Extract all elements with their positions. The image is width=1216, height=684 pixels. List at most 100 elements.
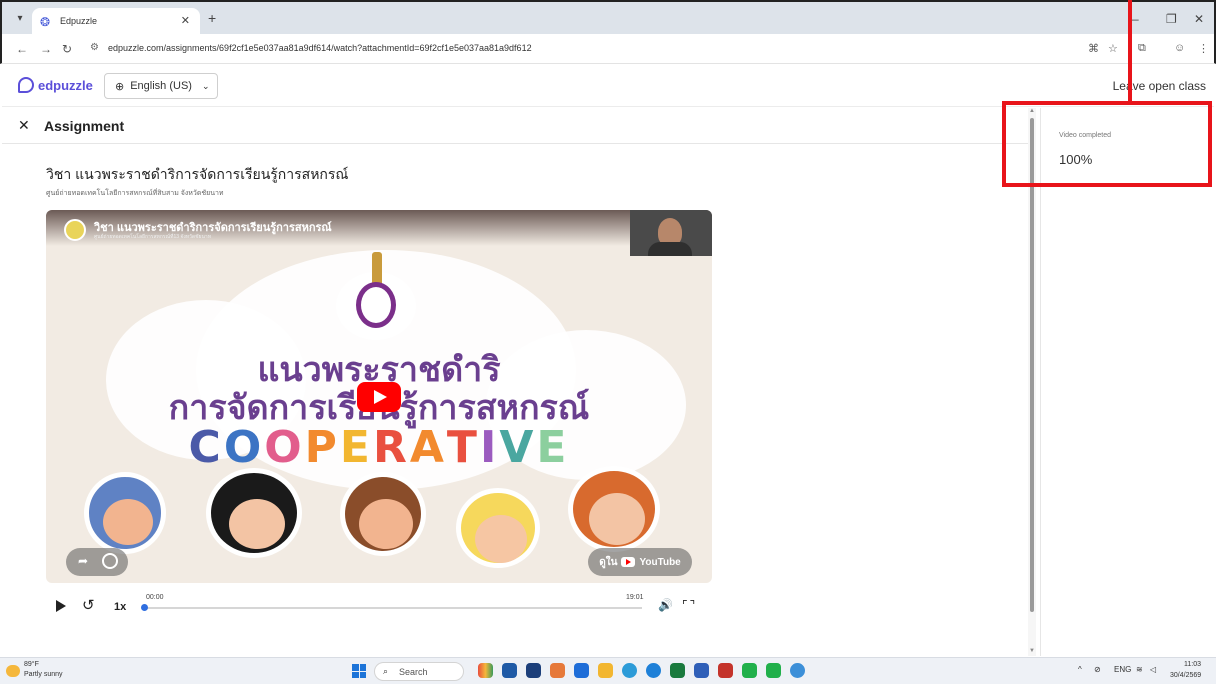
assignment-heading: Assignment <box>44 118 125 134</box>
progress-bar[interactable] <box>141 604 642 611</box>
assignment-bar: ✕ Assignment <box>2 108 1030 144</box>
extensions-icon[interactable]: ⧉ <box>1138 42 1146 55</box>
cooperative-letter: R <box>372 422 410 473</box>
browser-tab[interactable]: ❂ Edpuzzle ✕ <box>32 8 200 36</box>
url-text: edpuzzle.com/assignments/69f2cf1e5e037aa… <box>108 43 532 53</box>
taskbar-app-icon[interactable] <box>550 663 565 678</box>
kid-illustration <box>340 472 426 556</box>
edge-icon[interactable] <box>646 663 661 678</box>
scroll-down-icon[interactable]: ▼ <box>1029 648 1035 654</box>
kid-face <box>229 499 285 549</box>
reload-icon[interactable]: ↻ <box>62 42 72 56</box>
watch-on-youtube-button[interactable]: ดูใน YouTube <box>588 548 692 576</box>
tab-search-icon[interactable]: ▾ <box>12 11 28 27</box>
taskbar-app-icon[interactable] <box>478 663 493 678</box>
browser-toolbar: ← → ↻ ⚙ edpuzzle.com/assignments/69f2cf1… <box>0 34 1216 64</box>
seal-crown <box>372 252 382 286</box>
taskbar-app-icon[interactable] <box>502 663 517 678</box>
language-value: English (US) <box>130 80 192 92</box>
chrome-icon[interactable] <box>622 663 637 678</box>
weather-temperature[interactable]: 89°F <box>24 661 39 668</box>
taskbar-date[interactable]: 30/4/2569 <box>1170 672 1201 679</box>
language-select[interactable]: ⊕ English (US) ⌄ <box>104 73 218 99</box>
playback-speed-button[interactable]: 1x <box>114 601 126 613</box>
taskbar-app-icon[interactable] <box>526 663 541 678</box>
windows-start-icon[interactable] <box>352 664 366 678</box>
scrollbar-thumb[interactable] <box>1030 118 1034 612</box>
weather-sun-icon[interactable] <box>6 665 20 677</box>
bookmark-star-icon[interactable]: ☆ <box>1108 42 1118 55</box>
excel-icon[interactable] <box>670 663 685 678</box>
kid-face <box>589 493 645 545</box>
line-icon[interactable] <box>766 663 781 678</box>
back-arrow-icon[interactable]: ← <box>16 42 28 56</box>
minimize-icon[interactable]: – <box>1132 12 1139 26</box>
address-bar[interactable]: ⚙ edpuzzle.com/assignments/69f2cf1e5e037… <box>86 39 1076 59</box>
video-player[interactable]: วิชา แนวพระราชดำริการจัดการเรียนรู้การสห… <box>46 210 712 583</box>
translate-icon[interactable]: ⌘ <box>1088 42 1099 55</box>
edpuzzle-logo-icon <box>18 77 34 93</box>
play-icon[interactable] <box>56 600 66 612</box>
forward-arrow-icon[interactable]: → <box>40 42 52 56</box>
leave-open-class-link[interactable]: Leave open class <box>1113 79 1206 93</box>
edpuzzle-favicon-icon: ❂ <box>40 15 51 29</box>
youtube-play-icon[interactable] <box>357 382 401 412</box>
share-controls: ➦ <box>66 548 128 576</box>
watch-later-icon[interactable] <box>102 553 118 569</box>
kid-illustration <box>456 488 540 568</box>
chrome-icon[interactable] <box>790 663 805 678</box>
scrollbar[interactable]: ▲ ▼ <box>1028 108 1036 656</box>
edpuzzle-logo[interactable]: edpuzzle <box>18 77 93 93</box>
taskbar-app-icon[interactable] <box>574 663 589 678</box>
seal-ring <box>356 282 396 328</box>
youtube-title-bar: วิชา แนวพระราชดำริการจัดการเรียนรู้การสห… <box>46 210 712 246</box>
powerpoint-icon[interactable] <box>718 663 733 678</box>
share-icon[interactable]: ➦ <box>78 554 88 568</box>
word-icon[interactable] <box>694 663 709 678</box>
cooperative-letter: T <box>446 422 480 473</box>
cooperative-letter: V <box>499 422 537 473</box>
window-close-icon[interactable]: ✕ <box>1194 12 1204 26</box>
kid-face <box>359 499 413 549</box>
profile-icon[interactable]: ☺ <box>1174 42 1185 54</box>
current-time: 00:00 <box>146 594 164 601</box>
tab-close-icon[interactable]: ✕ <box>181 14 190 27</box>
taskbar-time[interactable]: 11:03 <box>1184 661 1201 668</box>
tab-title: Edpuzzle <box>60 16 98 26</box>
video-title: วิชา แนวพระราชดำริการจัดการเรียนรู้การสห… <box>46 166 349 182</box>
wifi-icon[interactable]: ≋ <box>1136 665 1143 674</box>
watch-on-prefix: ดูใน <box>599 556 618 568</box>
tray-app-icon[interactable]: ⊘ <box>1094 665 1101 674</box>
fullscreen-icon[interactable]: ⌜⌝ <box>682 598 697 612</box>
taskbar-search[interactable]: ⌕ Search <box>374 662 464 681</box>
taskbar-search-placeholder: Search <box>399 667 428 677</box>
progress-knob[interactable] <box>141 604 148 611</box>
site-info-icon[interactable]: ⚙ <box>90 42 99 53</box>
close-assignment-icon[interactable]: ✕ <box>18 117 30 134</box>
kid-face <box>475 515 527 563</box>
file-explorer-icon[interactable] <box>598 663 613 678</box>
weather-description[interactable]: Partly sunny <box>24 671 63 678</box>
cooperative-letter: A <box>409 422 447 473</box>
chevron-down-icon: ⌄ <box>201 80 210 91</box>
restore-icon[interactable]: ❐ <box>1166 12 1177 26</box>
speaker-icon[interactable]: ◁ <box>1150 665 1156 674</box>
cooperative-letter: O <box>223 422 265 473</box>
volume-icon[interactable]: 🔊 <box>658 598 673 612</box>
search-icon: ⌕ <box>383 666 389 676</box>
channel-avatar[interactable] <box>64 219 86 241</box>
language-indicator[interactable]: ENG <box>1114 665 1131 674</box>
browser-tab-bar: ▾ ❂ Edpuzzle ✕ + – ❐ ✕ <box>0 0 1216 36</box>
annotation-highlight-box <box>1002 101 1212 187</box>
browser-menu-icon[interactable]: ⋮ <box>1198 42 1209 55</box>
rewind-icon[interactable]: ↺ <box>82 596 95 614</box>
line-icon[interactable] <box>742 663 757 678</box>
kid-illustration <box>84 472 166 554</box>
presenter-body <box>648 242 692 256</box>
progress-side-panel: Video completed 100% <box>1040 108 1214 656</box>
youtube-channel-name: ศูนย์ถ่ายทอดเทคโนโลยีการสหกรณ์ที่13 จังห… <box>94 234 211 240</box>
tray-overflow-icon[interactable]: ^ <box>1078 665 1082 674</box>
cooperative-letter: P <box>304 422 340 473</box>
new-tab-icon[interactable]: + <box>208 10 216 26</box>
cooperative-letter: C <box>188 422 224 473</box>
